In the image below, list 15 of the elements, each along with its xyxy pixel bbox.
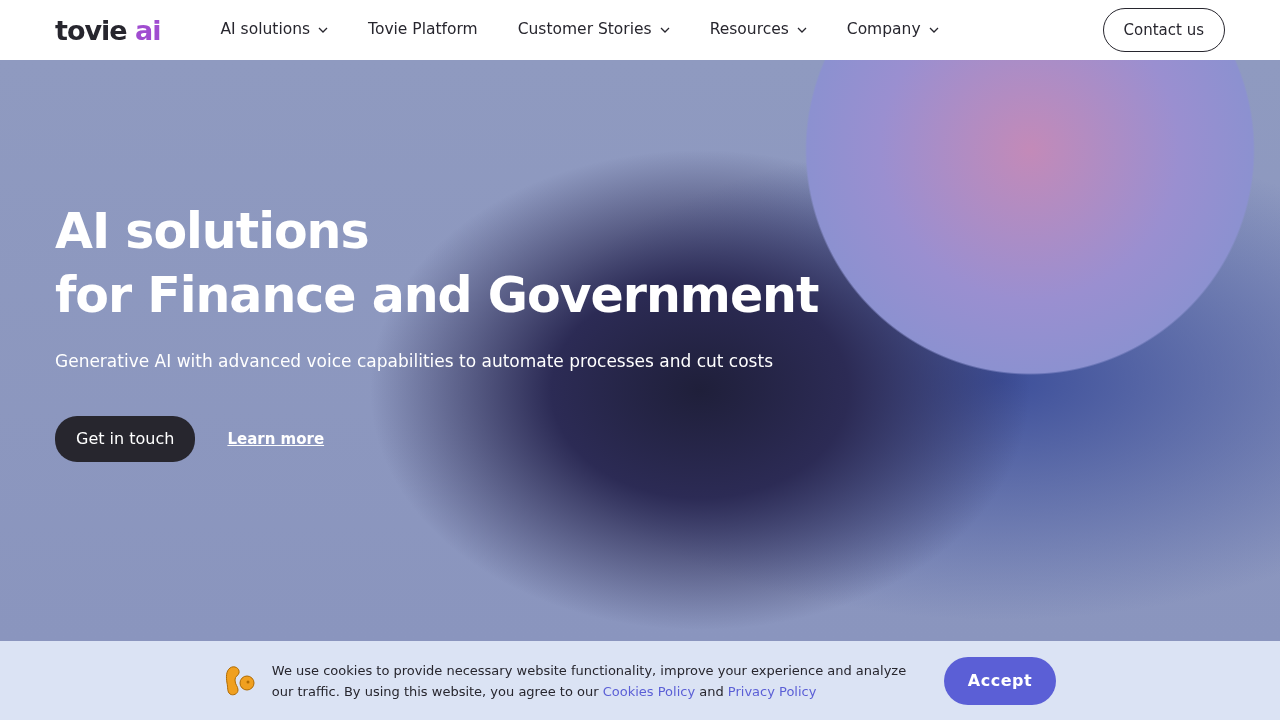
nav-link[interactable]: Company (846, 18, 921, 42)
accept-button[interactable]: Accept (943, 656, 1057, 705)
logo[interactable]: tovie ai (55, 16, 161, 44)
nav-link[interactable]: Resources (709, 18, 789, 42)
nav-link[interactable]: Tovie Platform (368, 18, 478, 42)
cookie-icon (223, 663, 256, 698)
policy-link[interactable]: Cookies Policy (602, 683, 696, 699)
nav-link[interactable]: AI solutions (220, 18, 311, 42)
contact-button[interactable]: Contact us (1102, 7, 1225, 53)
get-in-touch-button[interactable]: Get in touch (55, 416, 196, 462)
cookie-notice: We use cookies to provide necessary website functionality, improve your experience and analyze our traffic. By using this website, you agree to our Cookies Policy and Privacy Policy (271, 661, 908, 701)
policy-link[interactable]: Privacy Policy (727, 683, 817, 699)
nav-link[interactable]: Customer Stories (517, 18, 652, 42)
hero-subtitle: Generative AI with advanced voice capabilities to automate processes and cut costs (55, 350, 774, 373)
hero-title: AI solutions for Finance and Government (55, 202, 820, 326)
